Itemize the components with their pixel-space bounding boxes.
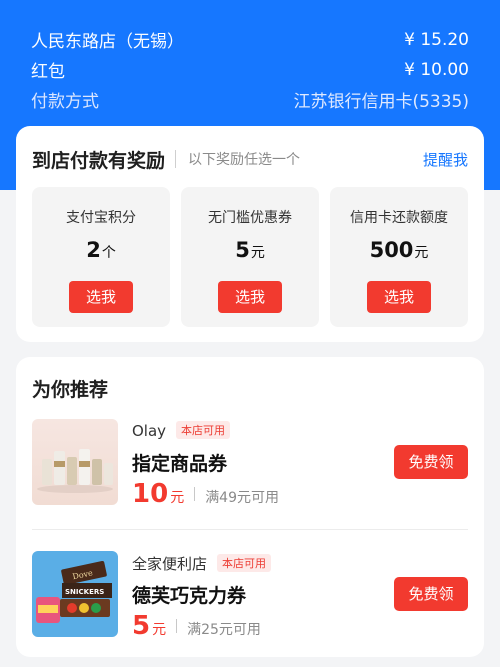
reward-option-credit[interactable]: 信用卡还款额度 500元 选我 <box>330 187 468 327</box>
coupon-price: 10 元满49元可用 <box>132 479 280 509</box>
redpacket-row: 红包 ¥ 10.00 <box>31 57 469 83</box>
chocolate-products-image: Dove SNICKERS <box>32 551 118 637</box>
list-divider <box>32 529 468 530</box>
reward-option-name: 支付宝积分 <box>66 210 136 226</box>
redpacket-amount: ¥ 10.00 <box>404 59 469 80</box>
coupon-item-olay[interactable]: Olay 本店可用 指定商品券 10 元满49元可用 免费领 <box>32 419 468 514</box>
coupon-price: 5 元满25元可用 <box>132 611 261 641</box>
reward-option-value: 500元 <box>369 238 429 262</box>
store-available-badge: 本店可用 <box>217 554 272 572</box>
olay-products-image <box>32 419 118 505</box>
store-available-badge: 本店可用 <box>176 421 231 439</box>
reward-option-name: 无门槛优惠券 <box>208 210 292 226</box>
coupon-store: 全家便利店 本店可用 <box>132 553 272 574</box>
reward-divider <box>175 150 177 168</box>
reward-option-value: 2个 <box>86 238 116 262</box>
reward-option-points[interactable]: 支付宝积分 2个 选我 <box>32 187 170 327</box>
payment-method-row[interactable]: 付款方式 江苏银行信用卡(5335) <box>31 87 469 112</box>
claim-free-button[interactable]: 免费领 <box>394 577 468 611</box>
reward-subtitle: 以下奖励任选一个 <box>188 152 301 168</box>
reward-header: 到店付款有奖励 以下奖励任选一个 提醒我 <box>32 146 468 172</box>
coupon-name: 指定商品券 <box>132 453 228 475</box>
recommend-card: 为你推荐 Olay 本店可用 指定商品券 10 元满49元可用 免费领 Dove… <box>16 357 484 657</box>
coupon-item-familymart[interactable]: Dove SNICKERS 全家便利店 本店可用 德芙巧克力券 5 元满25元可用 … <box>32 551 468 646</box>
payment-method-label: 付款方式 <box>31 92 99 112</box>
select-button[interactable]: 选我 <box>69 281 133 313</box>
payment-method-value[interactable]: 江苏银行信用卡(5335) <box>293 87 469 112</box>
store-name: 人民东路店（无锡） <box>31 32 184 52</box>
reward-option-name: 信用卡还款额度 <box>350 210 448 226</box>
claim-free-button[interactable]: 免费领 <box>394 445 468 479</box>
select-button[interactable]: 选我 <box>367 281 431 313</box>
store-amount-row: 人民东路店（无锡） ¥ 15.20 <box>31 27 469 53</box>
reward-title: 到店付款有奖励 <box>32 149 166 172</box>
coupon-store: Olay 本店可用 <box>132 421 231 440</box>
reward-option-value: 5元 <box>235 238 265 262</box>
redpacket-label: 红包 <box>31 62 65 82</box>
select-button[interactable]: 选我 <box>218 281 282 313</box>
reward-card: 到店付款有奖励 以下奖励任选一个 提醒我 支付宝积分 2个 选我 无门槛优惠券 … <box>16 126 484 342</box>
svg-text:SNICKERS: SNICKERS <box>65 588 104 596</box>
remind-me-link[interactable]: 提醒我 <box>423 149 468 170</box>
store-amount: ¥ 15.20 <box>404 29 469 50</box>
recommend-title: 为你推荐 <box>32 379 109 401</box>
reward-option-coupon[interactable]: 无门槛优惠券 5元 选我 <box>181 187 319 327</box>
coupon-name: 德芙巧克力券 <box>132 585 247 607</box>
